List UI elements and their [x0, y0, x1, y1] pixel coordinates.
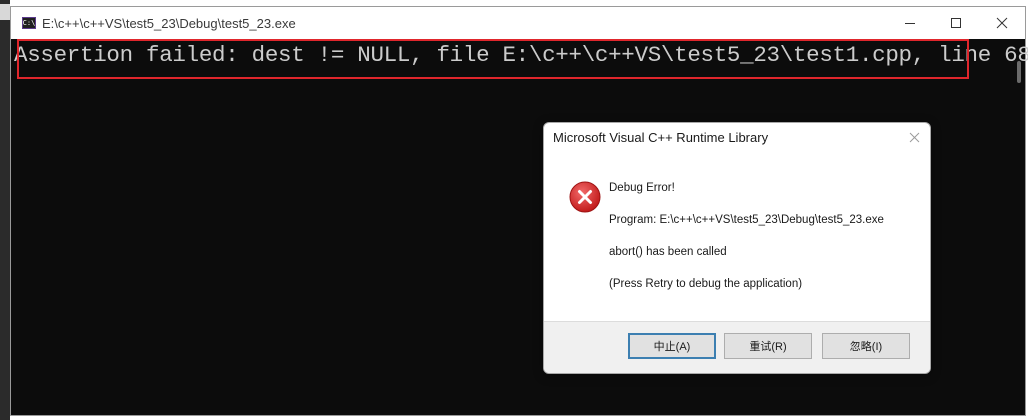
- retry-button[interactable]: 重试(R): [724, 333, 812, 359]
- background-window-edge: [0, 0, 10, 420]
- error-program-path: Program: E:\c++\c++VS\test5_23\Debug\tes…: [609, 214, 884, 226]
- window-controls: [887, 7, 1025, 39]
- console-app-icon: C:\: [22, 17, 36, 29]
- window-titlebar[interactable]: C:\ E:\c++\c++VS\test5_23\Debug\test5_23…: [11, 7, 1025, 39]
- error-icon: [569, 181, 601, 213]
- error-retry-hint: (Press Retry to debug the application): [609, 278, 803, 290]
- console-scrollbar[interactable]: [1017, 61, 1021, 83]
- background-window-fragment: [0, 4, 10, 20]
- dialog-title: Microsoft Visual C++ Runtime Library: [553, 130, 769, 145]
- maximize-icon: [951, 18, 961, 28]
- assertion-message: Assertion failed: dest != NULL, file E:\…: [14, 42, 1028, 68]
- close-icon: [996, 17, 1008, 29]
- error-abort-message: abort() has been called: [609, 246, 727, 258]
- dialog-close-button[interactable]: [906, 129, 922, 145]
- maximize-button[interactable]: [933, 7, 979, 39]
- abort-button[interactable]: 中止(A): [628, 333, 716, 359]
- dialog-body: Debug Error! Program: E:\c++\c++VS\test5…: [544, 153, 930, 321]
- close-icon: [909, 132, 919, 142]
- dialog-button-bar: 中止(A) 重试(R) 忽略(I): [544, 321, 930, 373]
- runtime-error-dialog: Microsoft Visual C++ Runtime Library Deb…: [543, 122, 931, 374]
- window-title: E:\c++\c++VS\test5_23\Debug\test5_23.exe: [42, 15, 296, 31]
- close-button[interactable]: [979, 7, 1025, 39]
- ignore-button[interactable]: 忽略(I): [822, 333, 910, 359]
- minimize-icon: [905, 23, 915, 24]
- error-heading: Debug Error!: [609, 182, 675, 194]
- minimize-button[interactable]: [887, 7, 933, 39]
